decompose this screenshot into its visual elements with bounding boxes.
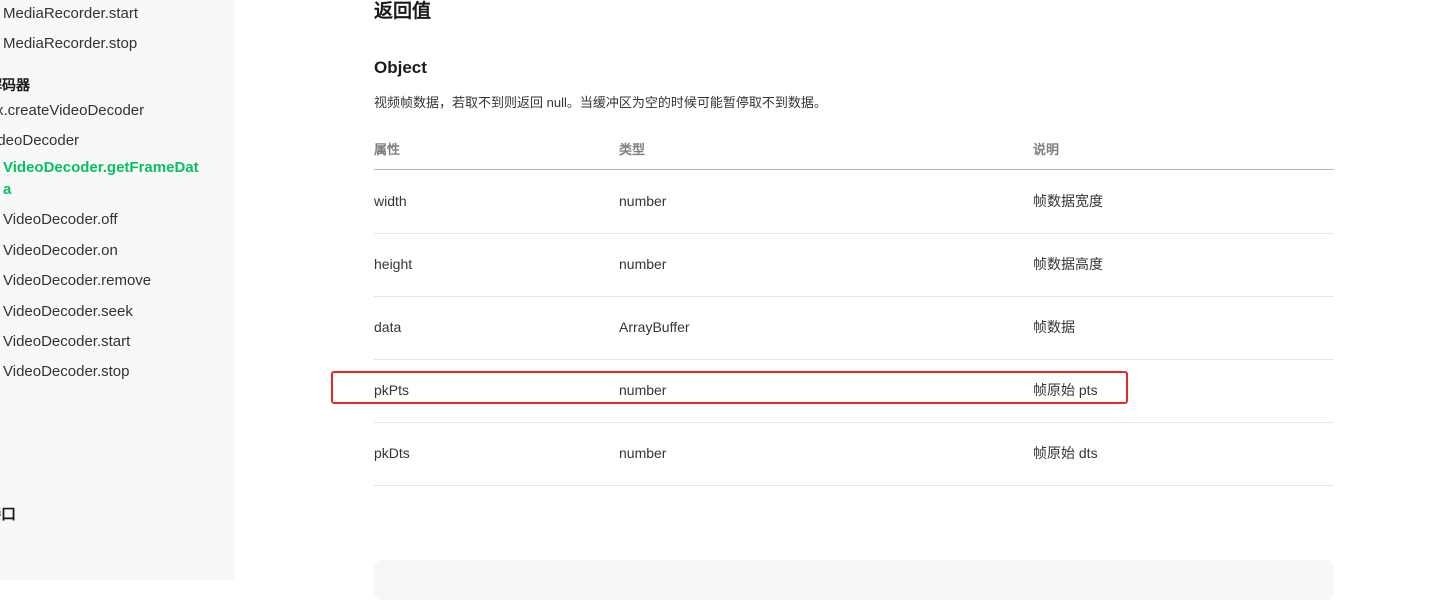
sidebar-item-mediarecorder-start[interactable]: MediaRecorder.start [3,3,138,25]
row-description: 帧数据高度 [1033,256,1103,272]
code-block [374,560,1334,600]
object-heading: Object [374,58,427,77]
sidebar-group-video-decoder[interactable]: 解码器 [0,75,30,95]
table-row: pkDts number 帧原始 dts [374,422,1334,486]
table-row: height number 帧数据高度 [374,233,1334,297]
sidebar-item-video-decoder[interactable]: ideoDecoder [0,130,79,152]
return-value-heading: 返回值 [374,1,432,22]
sidebar-group-interface[interactable]: 接口 [0,503,16,524]
sidebar-item-on[interactable]: VideoDecoder.on [3,240,118,262]
row-property: pkDts [374,445,410,461]
table-header-property: 属性 [374,142,401,157]
sidebar-item-off[interactable]: VideoDecoder.off [3,209,118,231]
table-header-description: 说明 [1033,142,1060,157]
row-type: number [619,256,667,272]
table-row-highlighted: pkPts number 帧原始 pts [374,359,1334,423]
row-description: 帧数据 [1033,319,1075,335]
row-type: ArrayBuffer [619,319,690,335]
sidebar-item-get-frame-data-active[interactable]: VideoDecoder.getFrameData [3,157,203,201]
row-property: width [374,193,407,209]
row-property: data [374,319,402,335]
sidebar-item-stop[interactable]: VideoDecoder.stop [3,361,129,383]
object-description: 视频帧数据，若取不到则返回 null。当缓冲区为空的时候可能暂停取不到数据。 [374,95,827,110]
table-row: width number 帧数据宽度 [374,170,1334,234]
row-type: number [619,382,667,398]
sidebar-item-remove[interactable]: VideoDecoder.remove [3,270,151,292]
row-description: 帧原始 pts [1033,382,1098,398]
row-property: height [374,256,413,272]
row-type: number [619,445,667,461]
sidebar: MediaRecorder.start MediaRecorder.stop 解… [0,0,234,580]
table-row: data ArrayBuffer 帧数据 [374,296,1334,360]
row-description: 帧原始 dts [1033,445,1098,461]
sidebar-item-mediarecorder-stop[interactable]: MediaRecorder.stop [3,33,137,55]
row-property: pkPts [374,382,410,398]
sidebar-item-start[interactable]: VideoDecoder.start [3,331,130,353]
row-description: 帧数据宽度 [1033,193,1103,209]
table-header-type: 类型 [619,142,646,157]
sidebar-item-create-video-decoder[interactable]: x.createVideoDecoder [0,100,144,122]
row-type: number [619,193,667,209]
sidebar-item-seek[interactable]: VideoDecoder.seek [3,301,133,323]
